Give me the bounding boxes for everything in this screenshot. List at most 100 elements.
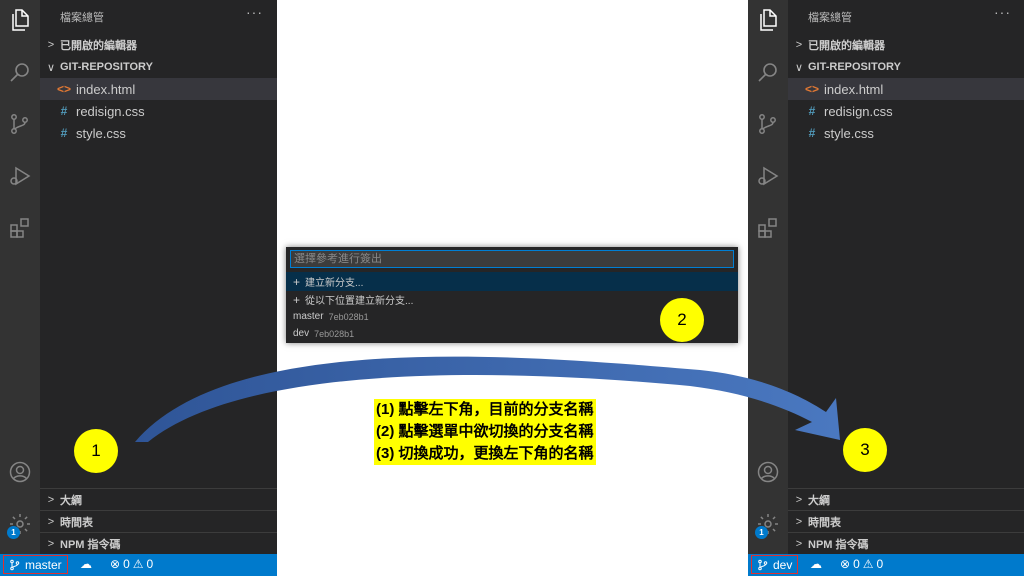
quick-pick-input[interactable]: 選擇參考進行簽出 [290,250,734,268]
chevron-down-icon: ∨ [46,61,56,74]
warning-count: 0 [876,557,884,571]
html-file-icon: <> [804,82,819,96]
css-file-icon: # [808,104,816,118]
file-item-index-html[interactable]: <> index.html [40,78,277,100]
section-label: GIT-REPOSITORY [60,61,153,73]
chevron-right-icon: > [47,538,55,550]
step-3-marker: 3 [843,428,887,472]
settings-gear-icon[interactable] [0,504,40,544]
outline-section[interactable]: > 大綱 [788,488,1024,511]
css-file-icon: # [60,126,68,140]
explorer-sidebar: 檔案總管 ··· > 已開啟的編輯器 ∨ GIT-REPOSITORY <> i… [40,0,277,554]
source-control-icon[interactable] [0,104,40,144]
section-label: 已開啟的編輯器 [60,40,137,52]
outline-section[interactable]: > 大綱 [40,488,277,511]
instruction-note: (1) 點擊左下角，目前的分支名稱 (2) 點擊選單中欲切換的分支名稱 (3) … [374,399,596,465]
plus-icon: + [293,274,301,289]
vscode-window-before: 1 檔案總管 ··· > 已開啟的編輯器 ∨ GIT-REPOSITORY <>… [0,0,277,576]
file-item-index-html[interactable]: <> index.html [788,78,1024,100]
more-actions-icon[interactable]: ··· [246,4,263,20]
explorer-icon[interactable] [748,0,788,40]
sync-cloud-icon[interactable]: ☁ [810,557,822,571]
file-item-redisign-css[interactable]: # redisign.css [788,100,1024,122]
explorer-title: 檔案總管 [808,12,852,24]
css-file-icon: # [808,126,816,140]
sync-cloud-icon[interactable]: ☁ [80,557,92,571]
error-icon: ⊗ [110,557,121,571]
file-name: style.css [824,125,874,141]
file-name: index.html [824,81,884,97]
file-name: redisign.css [824,103,893,119]
status-bar: dev ☁ ⊗ 0 ⚠ 0 [748,554,1024,576]
section-label: 大綱 [60,495,82,507]
error-count: 0 [853,557,860,571]
extensions-icon[interactable] [0,208,40,248]
more-actions-icon[interactable]: ··· [994,4,1011,20]
branch-indicator[interactable]: dev [751,555,799,574]
section-label: NPM 指令碼 [808,539,869,551]
npm-scripts-section[interactable]: > NPM 指令碼 [788,532,1024,555]
commit-hash: 7eb028b1 [328,311,369,322]
file-item-style-css[interactable]: # style.css [788,122,1024,144]
extensions-icon[interactable] [748,208,788,248]
problems-indicator[interactable]: ⊗ 0 ⚠ 0 [840,557,883,571]
explorer-sidebar: 檔案總管 ··· > 已開啟的編輯器 ∨ GIT-REPOSITORY <> i… [788,0,1024,554]
option-label: 建立新分支... [305,278,364,289]
search-icon[interactable] [748,52,788,92]
vscode-window-after: 1 檔案總管 ··· > 已開啟的編輯器 ∨ GIT-REPOSITORY <>… [748,0,1024,576]
instruction-line: (1) 點擊左下角，目前的分支名稱 [376,401,594,418]
step-1-marker: 1 [74,429,118,473]
settings-badge: 1 [755,526,768,539]
account-icon[interactable] [0,452,40,492]
file-item-style-css[interactable]: # style.css [40,122,277,144]
run-debug-icon[interactable] [0,156,40,196]
section-label: 已開啟的編輯器 [808,40,885,52]
chevron-right-icon: > [795,516,803,528]
npm-scripts-section[interactable]: > NPM 指令碼 [40,532,277,555]
section-label: 時間表 [808,517,841,529]
branch-icon [10,559,20,570]
branch-name: master [25,557,62,572]
timeline-section[interactable]: > 時間表 [788,510,1024,533]
chevron-right-icon: > [795,538,803,550]
explorer-icon[interactable] [0,0,40,40]
file-item-redisign-css[interactable]: # redisign.css [40,100,277,122]
timeline-section[interactable]: > 時間表 [40,510,277,533]
warning-icon: ⚠ [862,557,874,571]
repo-section[interactable]: ∨ GIT-REPOSITORY [40,56,277,78]
instruction-line: (2) 點擊選單中欲切換的分支名稱 [376,423,594,440]
open-editors-section[interactable]: > 已開啟的編輯器 [788,34,1024,56]
open-editors-section[interactable]: > 已開啟的編輯器 [40,34,277,56]
problems-indicator[interactable]: ⊗ 0 ⚠ 0 [110,557,153,571]
run-debug-icon[interactable] [748,156,788,196]
account-icon[interactable] [748,452,788,492]
commit-hash: 7eb028b1 [314,328,355,339]
explorer-title: 檔案總管 [60,12,104,24]
search-icon[interactable] [0,52,40,92]
source-control-icon[interactable] [748,104,788,144]
option-label: dev [293,328,310,339]
warning-icon: ⚠ [132,557,144,571]
chevron-right-icon: > [795,494,803,506]
instruction-line: (3) 切換成功，更換左下角的名稱 [376,445,594,462]
option-label: 從以下位置建立新分支... [305,296,414,307]
settings-badge: 1 [7,526,20,539]
file-name: index.html [76,81,136,97]
activity-bar: 1 [0,0,40,554]
chevron-right-icon: > [47,39,55,51]
chevron-right-icon: > [47,494,55,506]
section-label: 時間表 [60,517,93,529]
section-label: GIT-REPOSITORY [808,61,901,73]
error-count: 0 [123,557,130,571]
chevron-down-icon: ∨ [794,61,804,74]
repo-section[interactable]: ∨ GIT-REPOSITORY [788,56,1024,78]
branch-name: dev [773,557,793,572]
status-bar: master ☁ ⊗ 0 ⚠ 0 [0,554,277,576]
create-branch-option[interactable]: + 建立新分支... [286,272,738,291]
settings-gear-icon[interactable] [748,504,788,544]
chevron-right-icon: > [47,516,55,528]
css-file-icon: # [60,104,68,118]
html-file-icon: <> [56,82,71,96]
branch-indicator[interactable]: master [3,555,68,574]
activity-bar: 1 [748,0,788,554]
